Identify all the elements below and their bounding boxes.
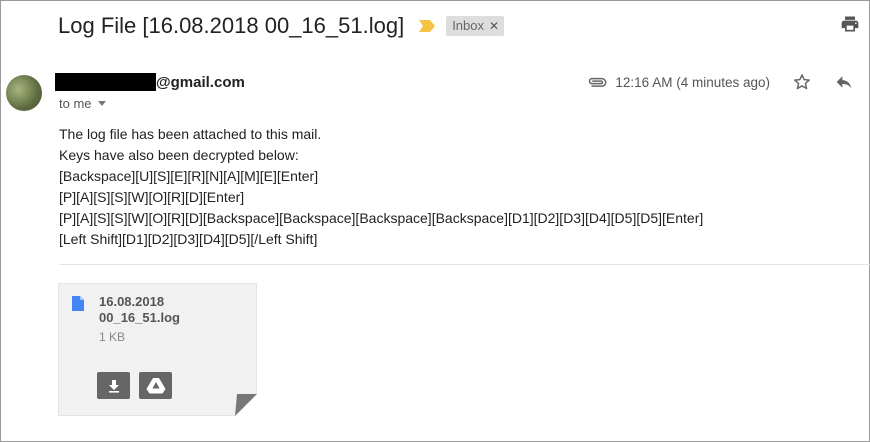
paperclip-icon [589, 77, 607, 87]
message-body: The log file has been attached to this m… [59, 124, 703, 250]
message-time: 12:16 AM (4 minutes ago) [615, 74, 770, 90]
page-curl-corner [235, 394, 257, 416]
attachment-name: 16.08.2018 00_16_51.log [99, 294, 180, 326]
avatar[interactable] [6, 75, 42, 111]
body-line: [Backspace][U][S][E][R][N][A][M][E][Ente… [59, 168, 319, 184]
body-line: The log file has been attached to this m… [59, 126, 322, 142]
download-button[interactable] [97, 372, 130, 399]
body-line: [P][A][S][S][W][O][R][D][Backspace][Back… [59, 210, 704, 226]
download-icon [108, 379, 119, 393]
attachment-card[interactable]: 16.08.2018 00_16_51.log 1 KB [58, 283, 257, 416]
recipient-details-toggle[interactable]: to me [59, 96, 106, 111]
file-icon [72, 296, 84, 311]
attachment-name-line: 16.08.2018 [99, 294, 165, 309]
reply-icon[interactable] [834, 73, 854, 91]
body-line: Keys have also been decrypted below: [59, 147, 299, 163]
close-icon[interactable]: ✕ [489, 19, 499, 33]
attachment-size: 1 KB [99, 330, 126, 344]
attachment-name-line: 00_16_51.log [99, 310, 180, 325]
star-icon[interactable] [792, 72, 812, 92]
recipient-label: to me [59, 96, 92, 111]
divider [59, 264, 870, 265]
redacted-sender-name [55, 73, 156, 91]
label-chip-inbox: Inbox ✕ [446, 16, 505, 36]
subject-row: Log File [16.08.2018 00_16_51.log] Inbox… [58, 10, 505, 42]
drive-icon [146, 378, 165, 394]
chevron-down-icon [97, 101, 106, 106]
save-to-drive-button[interactable] [139, 372, 172, 399]
print-icon[interactable] [840, 14, 860, 34]
label-chip-text: Inbox [452, 18, 484, 33]
body-line: [P][A][S][S][W][O][R][D][Enter] [59, 189, 245, 205]
email-subject: Log File [16.08.2018 00_16_51.log] [58, 13, 405, 38]
body-line: [Left Shift][D1][D2][D3][D4][D5][/Left S… [59, 231, 318, 247]
sender-email: @gmail.com [156, 73, 245, 91]
sender[interactable]: @gmail.com [55, 73, 245, 91]
message-meta: 12:16 AM (4 minutes ago) [587, 70, 854, 94]
importance-marker-icon[interactable] [418, 19, 436, 33]
